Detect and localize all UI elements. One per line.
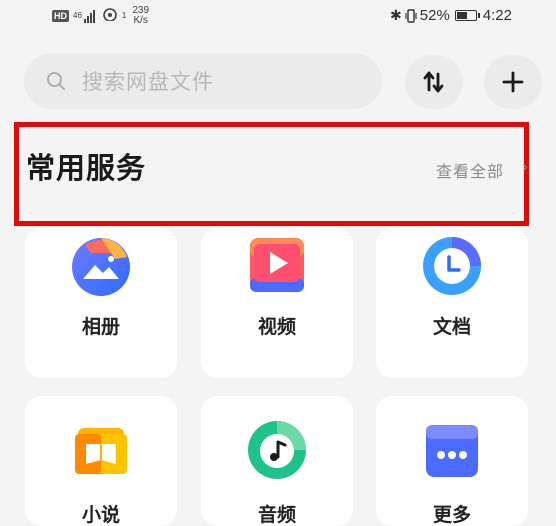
- section-title: 常用服务: [26, 151, 147, 185]
- service-card-novel[interactable]: 小说: [25, 396, 177, 526]
- search-icon: [47, 72, 65, 90]
- battery-percent: 52%: [419, 7, 450, 24]
- service-label-more: 更多: [432, 504, 471, 526]
- novel-icon: [75, 428, 127, 474]
- document-icon: [423, 237, 481, 295]
- more-icon: [426, 425, 478, 477]
- service-label-document: 文档: [432, 316, 471, 338]
- service-card-video[interactable]: 视频: [201, 228, 353, 378]
- sort-button[interactable]: [405, 55, 463, 109]
- service-label-audio: 音频: [257, 504, 296, 526]
- network-type: 46: [73, 11, 82, 20]
- status-right: ✱ 52% 4:22: [390, 7, 512, 24]
- status-bar: HD 46 1 239 K/s ✱ 52% 4:22: [0, 0, 556, 36]
- video-icon: [250, 238, 304, 292]
- service-card-more[interactable]: 更多: [376, 396, 528, 526]
- hotspot-count: 1: [121, 11, 127, 20]
- sort-arrows-icon: [423, 71, 444, 93]
- net-speed: 239 K/s: [132, 6, 149, 26]
- plus-icon: [502, 71, 524, 93]
- service-card-audio[interactable]: 音频: [201, 396, 353, 526]
- add-button[interactable]: [484, 55, 542, 109]
- screen: HD 46 1 239 K/s ✱ 52% 4:22 搜索网盘文件 常用服务 查…: [0, 0, 556, 526]
- audio-icon: [248, 421, 306, 479]
- search-placeholder: 搜索网盘文件: [82, 70, 214, 94]
- battery-fill: [456, 12, 468, 19]
- service-label-video: 视频: [257, 316, 296, 338]
- battery-icon: [454, 10, 480, 21]
- see-all-link[interactable]: 查看全部: [436, 158, 504, 182]
- service-label-album: 相册: [81, 316, 120, 338]
- bluetooth-icon: ✱: [390, 7, 402, 23]
- album-icon: [72, 238, 130, 296]
- signal-icon: [83, 9, 96, 23]
- clock: 4:22: [482, 7, 512, 24]
- hotspot-icon: [102, 7, 118, 25]
- service-card-document[interactable]: 文档: [376, 228, 528, 378]
- net-speed-unit: K/s: [133, 15, 148, 26]
- status-left: HD 46 1 239 K/s: [52, 6, 149, 26]
- service-label-novel: 小说: [81, 504, 120, 526]
- search-input[interactable]: 搜索网盘文件: [24, 53, 382, 109]
- chevron-right-icon[interactable]: ›: [522, 157, 528, 176]
- hd-badge: HD: [52, 10, 69, 22]
- vibrate-icon: [405, 8, 417, 23]
- service-card-album[interactable]: 相册: [25, 228, 177, 378]
